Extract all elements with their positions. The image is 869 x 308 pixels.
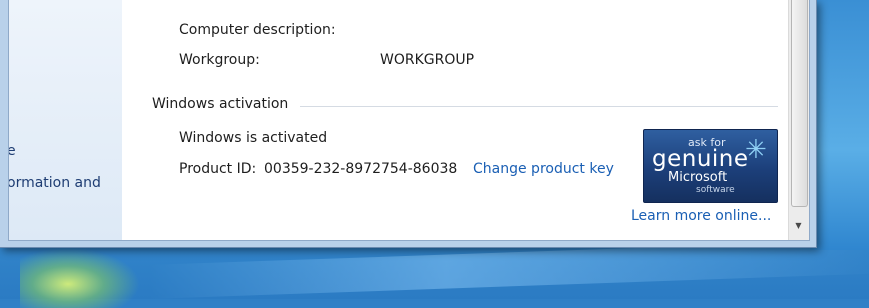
product-id-value: 00359-232-8972754-86038 xyxy=(264,161,458,177)
left-pane-item-partial[interactable]: e xyxy=(9,143,16,159)
main-pane: Computer description: Workgroup: WORKGRO… xyxy=(122,0,788,240)
badge-software-text: software xyxy=(696,185,735,195)
learn-more-online-link[interactable]: Learn more online... xyxy=(631,208,771,224)
product-id-label: Product ID: xyxy=(179,161,257,177)
vertical-scrollbar[interactable]: ▼ xyxy=(788,0,809,240)
change-product-key-link[interactable]: Change product key xyxy=(473,161,614,177)
genuine-microsoft-badge[interactable]: ask for genuine Microsoft software ✳ xyxy=(643,129,778,203)
scrollbar-thumb[interactable] xyxy=(791,0,808,207)
computer-description-label: Computer description: xyxy=(179,22,336,38)
left-pane-item-info[interactable]: ormation and xyxy=(9,175,101,191)
workgroup-value: WORKGROUP xyxy=(380,52,475,68)
workgroup-label: Workgroup: xyxy=(179,52,260,68)
left-task-pane: e ormation and xyxy=(9,0,122,240)
scroll-down-arrow-icon[interactable]: ▼ xyxy=(791,218,806,234)
activation-status: Windows is activated xyxy=(179,130,328,146)
badge-microsoft-text: Microsoft xyxy=(668,170,728,185)
wallpaper-edge xyxy=(810,0,869,250)
badge-genuine-text: genuine xyxy=(652,146,749,172)
section-divider xyxy=(300,106,778,107)
system-window: e ormation and Computer description: Wor… xyxy=(0,0,817,248)
genuine-star-icon: ✳ xyxy=(745,135,767,165)
wallpaper-streak xyxy=(150,239,869,299)
wallpaper-glow xyxy=(20,248,140,308)
activation-section-title: Windows activation xyxy=(152,96,289,112)
window-content: e ormation and Computer description: Wor… xyxy=(8,0,810,241)
